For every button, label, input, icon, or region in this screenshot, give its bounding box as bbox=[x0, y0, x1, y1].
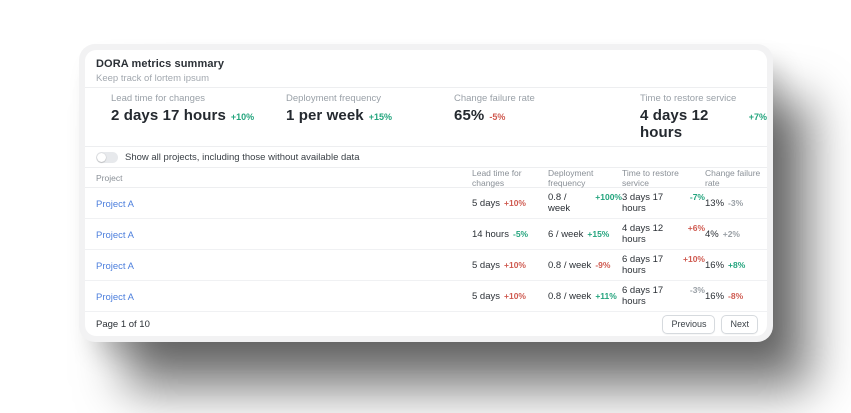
column-header-lead-time: Lead time for changes bbox=[472, 168, 522, 188]
cell-delta: -8% bbox=[728, 290, 744, 301]
next-button[interactable]: Next bbox=[721, 314, 758, 334]
metric-lead-time-for-changes: Lead time for changes 2 days 17 hours +1… bbox=[111, 93, 286, 141]
cell-value: 0.8 / week bbox=[548, 192, 571, 214]
metric-label: Time to restore service bbox=[640, 93, 737, 104]
cell-value: 6 days 17 hours bbox=[622, 254, 664, 276]
cell-value: 4 days 12 hours bbox=[622, 223, 664, 245]
project-link[interactable]: Project A bbox=[96, 230, 134, 241]
metric-value: 4 days 12 hours bbox=[640, 107, 709, 141]
card-header: DORA metrics summary Keep track of lorte… bbox=[85, 50, 767, 88]
previous-button[interactable]: Previous bbox=[662, 314, 716, 334]
cell-delta: +6% bbox=[687, 223, 705, 233]
toggle-knob bbox=[97, 152, 106, 162]
cell-delta: +10% bbox=[504, 197, 526, 208]
show-all-projects-toggle[interactable] bbox=[96, 151, 118, 163]
cell-delta: +10% bbox=[504, 259, 526, 270]
cell-delta: +8% bbox=[728, 259, 746, 270]
cell-value: 3 days 17 hours bbox=[622, 192, 664, 214]
table-header-row: Project Lead time for changes Deployment… bbox=[85, 167, 767, 188]
project-link[interactable]: Project A bbox=[96, 261, 134, 272]
cell-value: 0.8 / week bbox=[548, 290, 592, 302]
cell-value: 6 / week bbox=[548, 228, 584, 240]
table-row: Project A 5 days +10% 0.8 / week +11% 6 da… bbox=[85, 281, 767, 312]
metric-delta: +15% bbox=[368, 112, 392, 122]
cell-delta: +2% bbox=[722, 228, 740, 239]
cell-delta: -3% bbox=[728, 197, 744, 208]
show-all-toggle-row: Show all projects, including those witho… bbox=[85, 147, 767, 167]
metric-value: 2 days 17 hours bbox=[111, 107, 226, 124]
metrics-summary-row: Lead time for changes 2 days 17 hours +1… bbox=[85, 88, 767, 147]
cell-delta: +10% bbox=[683, 254, 705, 264]
dora-metrics-card: DORA metrics summary Keep track of lorte… bbox=[85, 50, 767, 336]
cell-delta: -7% bbox=[689, 192, 705, 202]
metric-change-failure-rate: Change failure rate 65% -5% bbox=[454, 93, 640, 141]
page-subtitle: Keep track of lortem ipsum bbox=[96, 73, 209, 84]
metric-delta: -5% bbox=[489, 112, 506, 122]
metric-delta: +7% bbox=[748, 112, 767, 122]
cell-delta: +10% bbox=[504, 290, 526, 301]
cell-delta: +15% bbox=[587, 228, 610, 239]
cell-value: 13% bbox=[705, 197, 725, 209]
metric-label: Change failure rate bbox=[454, 93, 535, 104]
table-footer: Page 1 of 10 Previous Next bbox=[85, 312, 767, 336]
cell-value: 4% bbox=[705, 228, 719, 240]
page-title: DORA metrics summary bbox=[96, 58, 225, 70]
cell-delta: -5% bbox=[512, 228, 529, 239]
table-row: Project A 14 hours -5% 6 / week +15% 4 day… bbox=[85, 219, 767, 250]
metric-delta: +10% bbox=[230, 112, 255, 122]
column-header-deployment-frequency: Deployment frequency bbox=[548, 168, 594, 188]
page-status: Page 1 of 10 bbox=[96, 318, 150, 330]
metric-time-to-restore-service: Time to restore service 4 days 12 hours … bbox=[640, 93, 767, 141]
cell-delta: -3% bbox=[689, 285, 705, 295]
column-header-project: Project bbox=[96, 173, 123, 183]
cell-value: 14 hours bbox=[472, 228, 509, 240]
column-header-time-to-restore: Time to restore service bbox=[622, 168, 679, 188]
show-all-toggle-label: Show all projects, including those witho… bbox=[125, 151, 360, 163]
metric-value: 65% bbox=[454, 107, 485, 124]
metric-value: 1 per week bbox=[286, 107, 364, 124]
dora-metrics-card-frame: DORA metrics summary Keep track of lorte… bbox=[79, 44, 773, 342]
cell-delta: -9% bbox=[595, 259, 611, 270]
cell-delta: +11% bbox=[595, 290, 617, 301]
metric-label: Deployment frequency bbox=[286, 93, 382, 104]
column-header-change-failure-rate: Change failure rate bbox=[705, 168, 761, 188]
cell-value: 6 days 17 hours bbox=[622, 285, 664, 307]
cell-value: 5 days bbox=[472, 259, 500, 271]
cell-value: 16% bbox=[705, 290, 725, 302]
cell-delta: +100% bbox=[595, 192, 622, 202]
project-link[interactable]: Project A bbox=[96, 199, 134, 210]
cell-value: 16% bbox=[705, 259, 725, 271]
project-link[interactable]: Project A bbox=[96, 292, 134, 303]
metric-label: Lead time for changes bbox=[111, 93, 206, 104]
cell-value: 5 days bbox=[472, 197, 500, 209]
table-row: Project A 5 days +10% 0.8 / week -9% 6 day… bbox=[85, 250, 767, 281]
table-row: Project A 5 days +10% 0.8 / week +100% 3 d… bbox=[85, 188, 767, 219]
cell-value: 5 days bbox=[472, 290, 500, 302]
metric-deployment-frequency: Deployment frequency 1 per week +15% bbox=[286, 93, 454, 141]
cell-value: 0.8 / week bbox=[548, 259, 592, 271]
